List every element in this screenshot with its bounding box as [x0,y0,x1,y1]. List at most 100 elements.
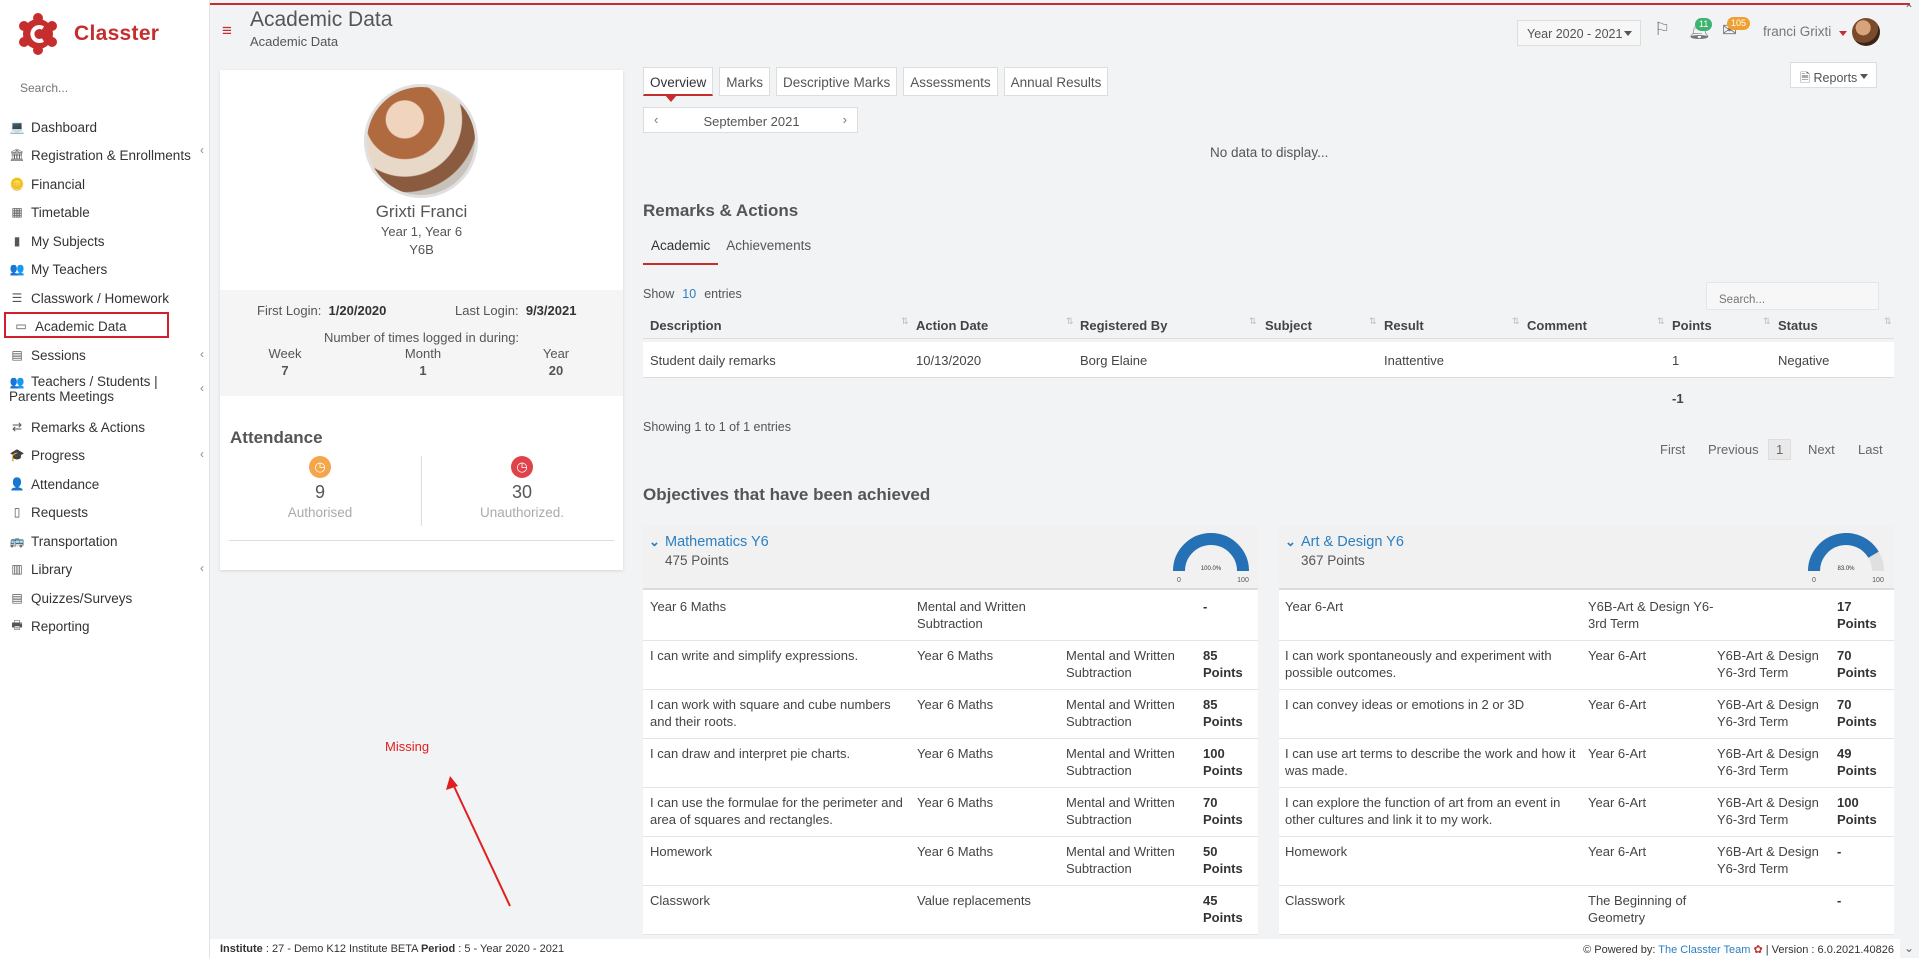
table-info: Showing 1 to 1 of 1 entries [643,420,792,434]
subject-name[interactable]: Mathematics Y6 [665,534,769,550]
scroll-up-icon[interactable]: ⌃ [1904,2,1914,16]
col-comment[interactable]: Comment [1527,318,1587,333]
subtab-achievements[interactable]: Achievements [718,236,819,265]
sort-icon[interactable]: ⇅ [1657,316,1665,327]
logo[interactable]: Classter [18,12,159,56]
scroll-down-icon[interactable]: ⌄ [1904,941,1914,955]
table-row[interactable] [643,342,1894,378]
objective-course: Year 6-Art [1588,697,1647,712]
tab-marks[interactable]: Marks [719,67,771,96]
sidebar-item-progress[interactable]: 🎓 Progress ‹ [0,441,210,469]
flag-icon[interactable]: ⚐ [1654,19,1676,41]
sidebar-item-reporting[interactable]: 🖶 Reporting [0,612,210,640]
chevron-down-icon[interactable]: ⌄ [649,534,660,550]
col-registered-by[interactable]: Registered By [1080,318,1167,333]
sidebar-search-input[interactable] [20,81,190,95]
chevron-left-icon: ‹ [200,447,204,461]
table-search-input[interactable] [1706,282,1879,310]
avatar[interactable] [1852,18,1880,46]
col-points[interactable]: Points [1672,318,1712,333]
sidebar-item-my-teachers[interactable]: 👥 My Teachers [0,255,210,283]
sidebar-item-registration[interactable]: 🏛 Registration & Enrollments ‹ [0,141,210,169]
objective-description: Year 6 Maths [650,599,727,614]
sort-icon[interactable]: ⇅ [1763,316,1771,327]
objective-row: Year 6-Art Y6B-Art & Design Y6-3rd Term 17… [1279,592,1894,641]
objective-description: I can convey ideas or emotions in 2 or 3… [1285,697,1525,712]
sidebar-item-my-subjects[interactable]: ▮ My Subjects [0,227,210,255]
sidebar-item-remarks[interactable]: ⇄ Remarks & Actions [0,413,210,441]
objective-points: - [1837,893,1842,908]
col-status[interactable]: Status [1778,318,1818,333]
menu-toggle-icon[interactable]: ≡ [222,22,236,39]
objective-header[interactable]: ⌄ Art & Design Y6 367 Points 83.0% 0 100 [1279,526,1894,590]
shuffle-icon: ⇄ [11,420,23,434]
objective-description: Homework [1285,844,1348,859]
sidebar-item-quizzes[interactable]: ▤ Quizzes/Surveys [0,584,210,612]
divider [229,540,614,541]
sort-icon[interactable]: ⇅ [1512,316,1520,327]
objective-points: - [1203,599,1208,614]
col-action-date[interactable]: Action Date [916,318,988,333]
objective-description: Homework [650,844,713,859]
objective-description: Year 6-Art [1285,599,1344,614]
sort-icon[interactable]: ⇅ [1884,316,1892,327]
tab-assessments[interactable]: Assessments [903,67,998,96]
pager-next[interactable]: Next [1808,442,1835,457]
year-select[interactable]: Year 2020 - 2021 [1517,20,1641,46]
subject-name[interactable]: Art & Design Y6 [1301,534,1404,550]
objective-group: Y6B-Art & Design Y6-3rd Term [1717,648,1819,680]
sort-icon[interactable]: ⇅ [1249,316,1257,327]
sidebar-item-requests[interactable]: ▯ Requests [0,498,210,526]
pager-previous[interactable]: Previous [1708,442,1759,457]
objective-header[interactable]: ⌄ Mathematics Y6 475 Points 100.0% 0 100 [643,526,1258,590]
progress-gauge: 83.0% 0 100 [1808,533,1884,583]
objective-row: I can use the formulae for the perimeter… [643,788,1258,837]
sidebar-item-meetings[interactable]: 👥 Teachers / Students | Parents Meetings ‹ [0,369,210,411]
objective-description: Classwork [1285,893,1345,908]
app-name: Classter [74,22,160,45]
tab-overview[interactable]: Overview [643,67,714,102]
subtab-academic[interactable]: Academic [643,236,719,265]
sort-icon[interactable]: ⇅ [901,316,909,327]
sidebar-item-dashboard[interactable]: 💻 Dashboard [0,113,210,141]
last-login: Last Login: 9/3/2021 [455,303,577,318]
table-header-line [643,338,1894,339]
sidebar-item-transportation[interactable]: 🚌 Transportation [0,527,210,555]
file-icon: ▯ [13,505,21,519]
col-description[interactable]: Description [650,318,722,333]
sort-icon[interactable]: ⇅ [1066,316,1074,327]
laptop-icon: 💻 [9,120,25,134]
pager-last[interactable]: Last [1858,442,1883,457]
sidebar-item-timetable[interactable]: ▦ Timetable [0,198,210,226]
login-count-label: Number of times logged in during: [323,330,520,345]
pager-current[interactable]: 1 [1768,439,1792,460]
clock-icon: ◷ [511,456,533,478]
sidebar-item-classwork[interactable]: ☰ Classwork / Homework [0,284,210,312]
objective-points: 100 Points [1837,795,1877,827]
sort-icon[interactable]: ⇅ [1369,316,1377,327]
pager-first[interactable]: First [1660,442,1685,457]
objective-course: Year 6-Art [1588,648,1647,663]
sidebar-item-academic-data[interactable]: ▭ Academic Data [0,312,210,340]
chevron-right-icon[interactable]: › [843,112,847,127]
col-subject[interactable]: Subject [1265,318,1312,333]
objective-description: I can explore the function of art from a… [1285,795,1561,827]
sidebar-item-sessions[interactable]: ▤ Sessions ‹ [0,341,210,369]
col-result[interactable]: Result [1384,318,1424,333]
tab-descriptive-marks[interactable]: Descriptive Marks [776,67,898,96]
sidebar-item-financial[interactable]: 🪙 Financial [0,170,210,198]
objective-group: Mental and Written Subtraction [1066,746,1175,778]
classter-team-link[interactable]: The Classter Team [1658,944,1750,956]
sidebar-item-attendance[interactable]: 👤 Attendance [0,470,210,498]
no-data-message: No data to display... [1210,145,1329,160]
objective-row: Classwork Value replacements 45 Points [643,886,1258,935]
user-name[interactable]: franci Grixti [1763,24,1831,39]
caret-down-icon[interactable] [1839,31,1847,36]
chevron-down-icon[interactable]: ⌄ [1285,534,1296,550]
quiz-icon: ▤ [11,591,23,605]
entries-select[interactable]: 10 [682,287,696,301]
tab-annual-results[interactable]: Annual Results [1003,67,1109,96]
sidebar-item-library[interactable]: ▥ Library ‹ [0,555,210,583]
objective-course: Value replacements [917,893,1031,908]
reports-button[interactable]: 🗎 Reports [1790,62,1877,88]
